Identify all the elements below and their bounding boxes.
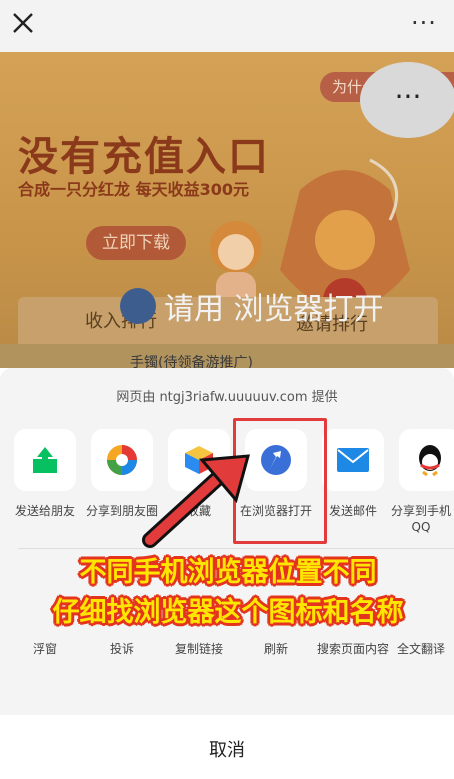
- more-icon[interactable]: ···: [404, 10, 444, 36]
- provided-by-text: 网页由 ntgj3riafw.uuuuuv.com 提供: [116, 390, 338, 405]
- translate-button[interactable]: 全文翻译: [388, 641, 454, 657]
- more-hint-dots-icon: ···: [394, 80, 422, 113]
- send-to-friend-button[interactable]: [14, 429, 76, 491]
- moments-icon: [107, 445, 137, 475]
- complaint-button[interactable]: 投诉: [80, 641, 164, 657]
- promo-title: 没有充值入口: [18, 134, 270, 180]
- annotation-line-2: 仔细找浏览器这个图标和名称: [52, 597, 404, 628]
- share-to-qq-button[interactable]: [399, 429, 454, 491]
- share-to-qq-label: 分享到手机QQ: [390, 504, 451, 534]
- close-icon[interactable]: [10, 10, 36, 36]
- browser-icon: [120, 288, 156, 324]
- search-page-button[interactable]: 搜索页面内容: [311, 641, 395, 657]
- annotation-line-1: 不同手机浏览器位置不同: [79, 557, 377, 588]
- send-to-friend-label: 发送给朋友: [14, 504, 75, 518]
- download-button[interactable]: 立即下载: [86, 226, 186, 260]
- refresh-button[interactable]: 刷新: [234, 641, 318, 657]
- send-email-button[interactable]: [322, 429, 384, 491]
- promo-subtitle: 合成一只分红龙 每天收益300元: [18, 180, 249, 199]
- qq-icon: [419, 445, 441, 477]
- copy-link-button[interactable]: 复制链接: [157, 641, 241, 657]
- list-row-text: 手镯(待领备游推广): [130, 355, 253, 368]
- top-bar: [0, 0, 454, 52]
- pointer-arrow-icon: [142, 454, 251, 548]
- mail-icon: [337, 448, 369, 472]
- floating-window-button[interactable]: 浮窗: [3, 641, 87, 657]
- share-arrow-icon: [33, 447, 57, 473]
- background-page: 为什么 ··· 没有充值入口 合成一只分红龙 每天收益300元 立即下载 收入排…: [0, 52, 454, 368]
- open-hint-text: 请用 浏览器打开: [164, 292, 384, 327]
- cancel-button[interactable]: 取消: [0, 736, 454, 762]
- open-in-browser-hint: 请用 浏览器打开: [120, 284, 384, 328]
